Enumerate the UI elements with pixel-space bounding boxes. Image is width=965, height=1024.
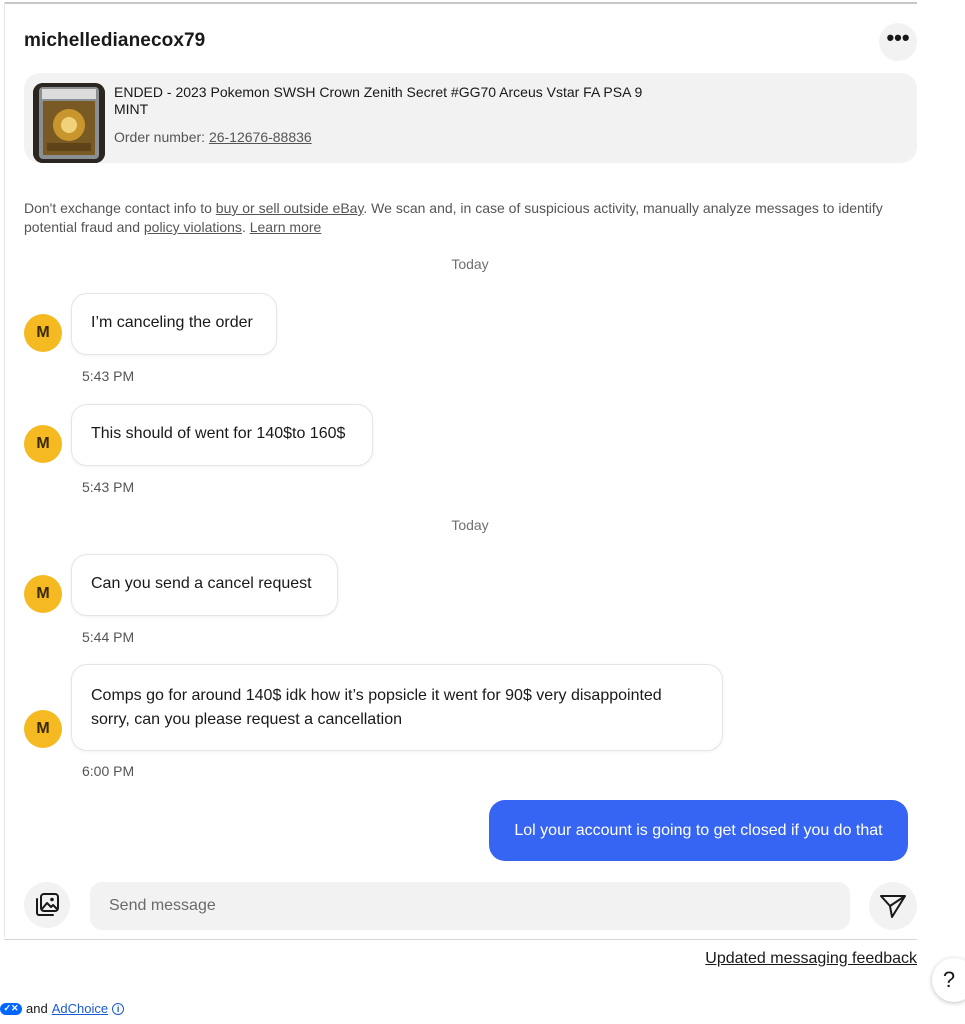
- learn-more-link[interactable]: Learn more: [250, 219, 322, 235]
- top-divider: [4, 2, 917, 4]
- message-time: 5:43 PM: [82, 479, 135, 495]
- message-text: Can you send a cancel request: [91, 575, 312, 592]
- sender-avatar[interactable]: M: [24, 314, 62, 352]
- sender-avatar[interactable]: M: [24, 710, 62, 748]
- my-message-bubble: Lol your account is going to get closed …: [489, 800, 908, 861]
- info-icon[interactable]: i: [112, 1002, 125, 1015]
- message-time: 5:43 PM: [82, 368, 135, 384]
- send-icon: [880, 895, 906, 918]
- policy-violations-link[interactable]: policy violations: [144, 219, 242, 235]
- sender-avatar[interactable]: M: [24, 575, 62, 613]
- message-time: 5:44 PM: [82, 629, 135, 645]
- safety-notice: Don't exchange contact info to buy or se…: [24, 199, 914, 237]
- and-text: and: [26, 1001, 48, 1016]
- my-message-text: Lol your account is going to get closed …: [514, 821, 883, 839]
- item-thumbnail-image[interactable]: [33, 83, 105, 163]
- outside-ebay-link[interactable]: buy or sell outside eBay: [216, 200, 364, 216]
- notice-text-1: Don't exchange contact info to: [24, 200, 216, 216]
- notice-text-3: .: [241, 219, 250, 235]
- message-bubble: Comps go for around 140$ idk how it’s po…: [71, 664, 723, 751]
- help-button[interactable]: ?: [932, 958, 965, 1002]
- order-card[interactable]: ENDED - 2023 Pokemon SWSH Crown Zenith S…: [24, 73, 917, 163]
- sender-avatar[interactable]: M: [24, 425, 62, 463]
- image-gallery-icon: [36, 893, 59, 916]
- graded-card-picture: [33, 83, 105, 163]
- left-border: [4, 2, 5, 937]
- order-number: Order number: 26-12676-88836: [114, 129, 312, 145]
- conversation-username: michelledianecox79: [24, 30, 206, 51]
- adchoice-link[interactable]: AdChoice: [52, 1001, 108, 1016]
- order-number-label: Order number:: [114, 129, 209, 145]
- message-bubble: This should of went for 140$to 160$: [71, 404, 373, 466]
- composer-divider: [4, 939, 917, 940]
- ad-choice-row: ✓✕ and AdChoice i: [0, 1001, 125, 1016]
- privacy-choices-icon[interactable]: ✓✕: [0, 1002, 22, 1015]
- message-text: This should of went for 140$to 160$: [91, 425, 346, 442]
- message-text: Comps go for around 140$ idk how it’s po…: [91, 687, 662, 728]
- order-item-title[interactable]: ENDED - 2023 Pokemon SWSH Crown Zenith S…: [114, 84, 674, 118]
- attach-photo-button[interactable]: [24, 882, 70, 928]
- message-bubble: I’m canceling the order: [71, 293, 277, 355]
- message-text: I’m canceling the order: [91, 314, 253, 331]
- date-separator: Today: [451, 517, 489, 533]
- send-button[interactable]: [869, 882, 917, 930]
- more-options-button[interactable]: •••: [879, 23, 917, 61]
- messaging-feedback-link[interactable]: Updated messaging feedback: [705, 950, 917, 968]
- message-bubble: Can you send a cancel request: [71, 554, 338, 616]
- message-time: 6:00 PM: [82, 763, 135, 779]
- date-separator: Today: [451, 256, 489, 272]
- order-number-link[interactable]: 26-12676-88836: [209, 129, 312, 145]
- send-message-input[interactable]: [90, 882, 850, 930]
